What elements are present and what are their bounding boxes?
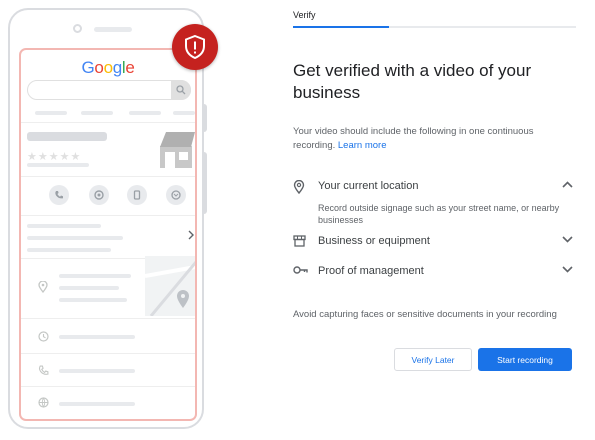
progress-track xyxy=(293,26,576,28)
location-pin-icon xyxy=(38,281,48,293)
placeholder-text xyxy=(59,369,135,373)
storefront-icon xyxy=(160,132,195,168)
placeholder-tab xyxy=(173,111,195,115)
accordion-item-management[interactable]: Proof of management xyxy=(293,263,578,281)
phone-side-button xyxy=(202,104,207,132)
phone-camera xyxy=(73,24,82,33)
placeholder-business-name xyxy=(27,132,107,141)
divider xyxy=(21,386,195,387)
start-recording-button[interactable]: Start recording xyxy=(478,348,572,371)
rating-stars: ★★★★★ xyxy=(27,150,81,163)
placeholder-text xyxy=(27,248,111,252)
verify-later-button[interactable]: Verify Later xyxy=(394,348,472,371)
phone-side-button xyxy=(202,152,207,214)
placeholder-text xyxy=(27,236,123,240)
placeholder-text xyxy=(59,335,135,339)
clock-icon xyxy=(38,331,49,342)
placeholder-tab xyxy=(81,111,113,115)
phone-speaker xyxy=(94,27,132,32)
phone-illustration: Google ★★★★★ xyxy=(8,8,204,429)
star-icon: ★ xyxy=(70,151,82,163)
phone-icon xyxy=(38,365,49,375)
page-title: Get verified with a video of your busine… xyxy=(293,61,532,102)
star-icon: ★ xyxy=(48,151,60,163)
accordion-label: Business or equipment xyxy=(318,235,430,247)
placeholder-tab xyxy=(35,111,67,115)
divider xyxy=(21,318,195,319)
key-icon xyxy=(293,266,308,274)
chevron-down-icon[interactable] xyxy=(562,266,573,273)
description-text: Your video should include the following … xyxy=(293,126,534,151)
placeholder-category xyxy=(27,163,89,167)
learn-more-link[interactable]: Learn more xyxy=(338,140,387,151)
map-thumbnail xyxy=(145,256,195,316)
website-icon xyxy=(166,185,186,205)
accordion-detail: Record outside signage such as your stre… xyxy=(318,203,560,225)
divider xyxy=(21,176,195,177)
accordion-item-business[interactable]: Business or equipment xyxy=(293,233,578,251)
phone-screen: Google ★★★★★ xyxy=(19,48,197,421)
chevron-up-icon[interactable] xyxy=(562,181,573,188)
divider xyxy=(21,353,195,354)
accordion-item-location[interactable]: Your current location xyxy=(293,178,578,196)
divider xyxy=(21,215,195,216)
phone-icon xyxy=(49,185,69,205)
search-bar-illustration xyxy=(27,80,191,100)
placeholder-text xyxy=(59,286,119,290)
search-icon xyxy=(171,80,191,100)
placeholder-tab xyxy=(129,111,161,115)
accordion-label: Proof of management xyxy=(318,265,424,277)
star-icon: ★ xyxy=(59,151,71,163)
directions-icon xyxy=(89,185,109,205)
shield-alert-icon xyxy=(172,24,218,70)
google-logo: Google xyxy=(81,58,135,77)
storefront-icon xyxy=(293,235,306,247)
privacy-note: Avoid capturing faces or sensitive docum… xyxy=(293,309,557,320)
star-icon: ★ xyxy=(37,151,49,163)
tab-verify[interactable]: Verify xyxy=(293,10,316,20)
progress-fill xyxy=(293,26,390,28)
star-icon: ★ xyxy=(27,151,38,163)
chevron-down-icon[interactable] xyxy=(562,236,573,243)
placeholder-text xyxy=(59,274,131,278)
chevron-right-icon xyxy=(188,230,194,240)
save-icon xyxy=(127,185,147,205)
accordion-label: Your current location xyxy=(318,180,419,192)
location-pin-icon xyxy=(293,180,305,194)
globe-icon xyxy=(38,397,49,408)
description: Your video should include the following … xyxy=(293,125,578,153)
placeholder-text xyxy=(59,298,127,302)
divider xyxy=(21,122,195,123)
placeholder-text xyxy=(27,224,101,228)
placeholder-text xyxy=(59,402,135,406)
